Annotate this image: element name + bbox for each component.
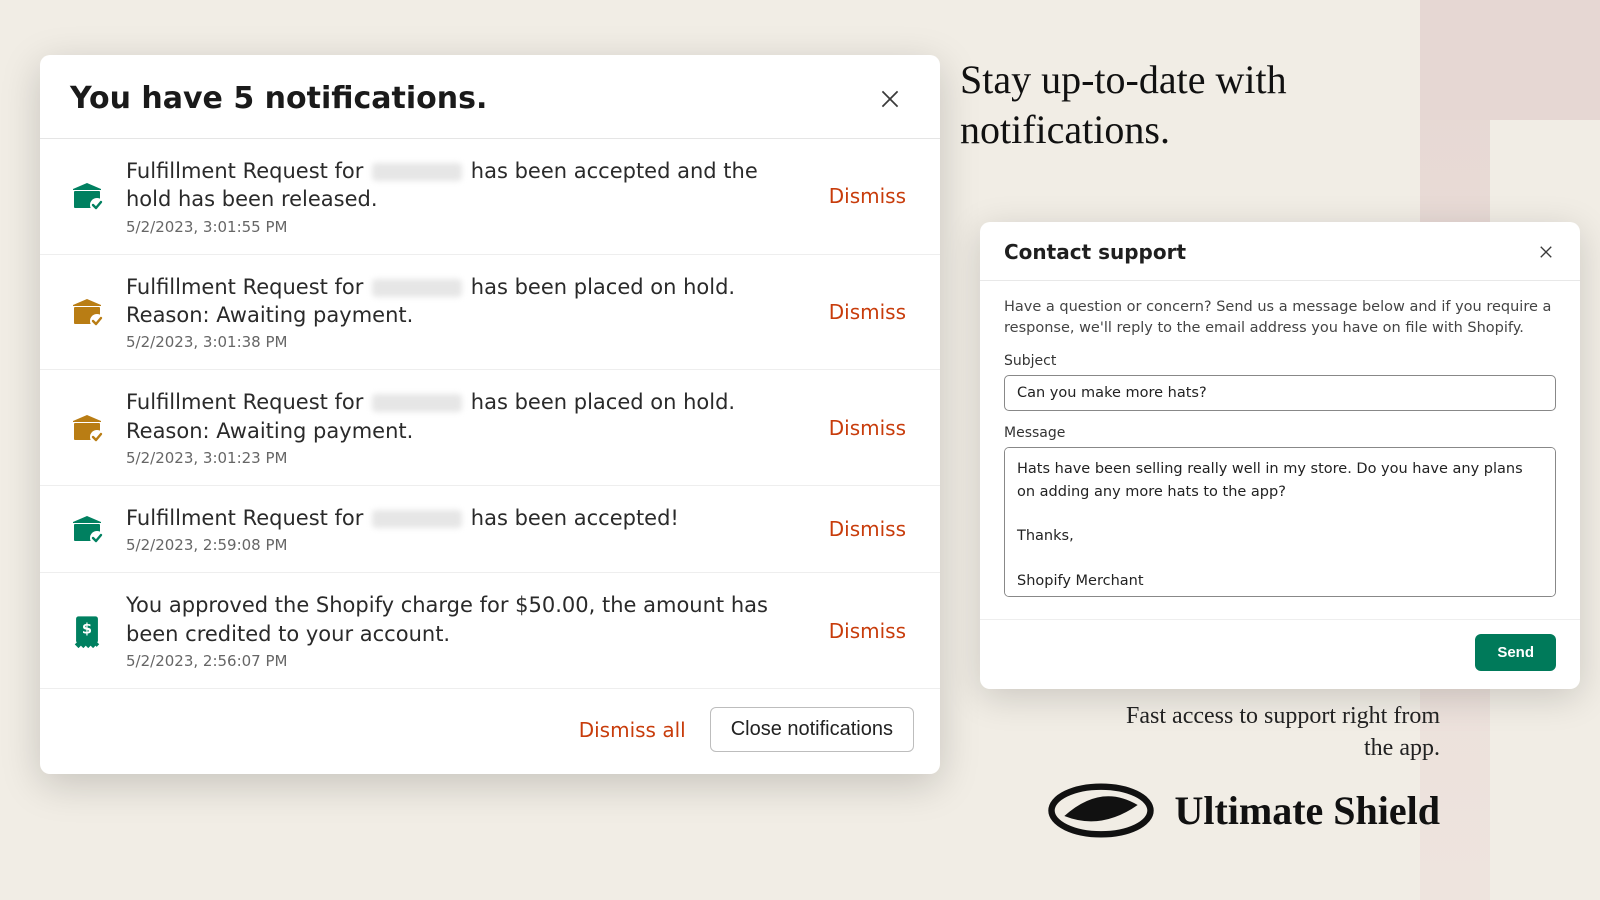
notification-text: Fulfillment Request for has been accepte… bbox=[126, 504, 803, 532]
notification-row: Fulfillment Request for has been accepte… bbox=[40, 139, 940, 255]
send-button[interactable]: Send bbox=[1475, 634, 1556, 671]
dismiss-button[interactable]: Dismiss bbox=[825, 513, 910, 545]
notification-timestamp: 5/2/2023, 3:01:55 PM bbox=[126, 218, 803, 236]
logo-text: Ultimate Shield bbox=[1174, 787, 1440, 834]
dismiss-button[interactable]: Dismiss bbox=[825, 180, 910, 212]
box-check-amber-icon bbox=[70, 295, 104, 329]
notification-timestamp: 5/2/2023, 2:59:08 PM bbox=[126, 536, 803, 554]
notification-timestamp: 5/2/2023, 3:01:38 PM bbox=[126, 333, 803, 351]
notification-body: Fulfillment Request for has been accepte… bbox=[126, 157, 803, 236]
notification-text: Fulfillment Request for has been accepte… bbox=[126, 157, 803, 214]
subject-input[interactable] bbox=[1004, 375, 1556, 411]
contact-support-panel: Contact support Have a question or conce… bbox=[980, 222, 1580, 689]
notifications-header: You have 5 notifications. bbox=[40, 55, 940, 139]
dismiss-all-button[interactable]: Dismiss all bbox=[573, 710, 692, 750]
notification-row: Fulfillment Request for has been placed … bbox=[40, 370, 940, 486]
redacted-text bbox=[372, 510, 462, 528]
redacted-text bbox=[372, 279, 462, 297]
contact-support-body: Have a question or concern? Send us a me… bbox=[980, 281, 1580, 619]
dismiss-button[interactable]: Dismiss bbox=[825, 412, 910, 444]
box-check-amber-icon bbox=[70, 411, 104, 445]
notification-body: You approved the Shopify charge for $50.… bbox=[126, 591, 803, 670]
notifications-title: You have 5 notifications. bbox=[70, 81, 487, 116]
notification-body: Fulfillment Request for has been accepte… bbox=[126, 504, 803, 554]
dismiss-button[interactable]: Dismiss bbox=[825, 296, 910, 328]
contact-support-title: Contact support bbox=[1004, 240, 1186, 264]
notification-row: $ You approved the Shopify charge for $50… bbox=[40, 573, 940, 689]
receipt-icon: $ bbox=[70, 614, 104, 648]
notification-text: Fulfillment Request for has been placed … bbox=[126, 388, 803, 445]
notification-row: Fulfillment Request for has been accepte… bbox=[40, 486, 940, 573]
dismiss-button[interactable]: Dismiss bbox=[825, 615, 910, 647]
notification-timestamp: 5/2/2023, 2:56:07 PM bbox=[126, 652, 803, 670]
page-headline: Stay up-to-date with notifications. bbox=[960, 55, 1420, 155]
notification-text: Fulfillment Request for has been placed … bbox=[126, 273, 803, 330]
notifications-panel: You have 5 notifications. Fulfillment Re… bbox=[40, 55, 940, 774]
notifications-footer: Dismiss all Close notifications bbox=[40, 689, 940, 774]
contact-support-intro: Have a question or concern? Send us a me… bbox=[1004, 297, 1556, 339]
background-stripe-top bbox=[1420, 0, 1600, 120]
box-check-green-icon bbox=[70, 512, 104, 546]
page-subline: Fast access to support right from the ap… bbox=[1110, 700, 1440, 765]
notification-body: Fulfillment Request for has been placed … bbox=[126, 388, 803, 467]
close-notifications-button[interactable]: Close notifications bbox=[710, 707, 914, 752]
box-check-green-icon bbox=[70, 179, 104, 213]
message-input[interactable] bbox=[1004, 447, 1556, 597]
notification-text: You approved the Shopify charge for $50.… bbox=[126, 591, 803, 648]
notification-body: Fulfillment Request for has been placed … bbox=[126, 273, 803, 352]
close-icon[interactable] bbox=[876, 85, 904, 113]
logo-icon bbox=[1046, 783, 1156, 838]
redacted-text bbox=[372, 394, 462, 412]
contact-support-header: Contact support bbox=[980, 222, 1580, 281]
contact-support-footer: Send bbox=[980, 619, 1580, 689]
notification-timestamp: 5/2/2023, 3:01:23 PM bbox=[126, 449, 803, 467]
svg-text:$: $ bbox=[82, 620, 92, 637]
brand-logo: Ultimate Shield bbox=[1046, 783, 1440, 838]
redacted-text bbox=[372, 163, 462, 181]
message-label: Message bbox=[1004, 425, 1556, 441]
close-icon[interactable] bbox=[1536, 242, 1556, 262]
subject-label: Subject bbox=[1004, 353, 1556, 369]
notification-row: Fulfillment Request for has been placed … bbox=[40, 255, 940, 371]
